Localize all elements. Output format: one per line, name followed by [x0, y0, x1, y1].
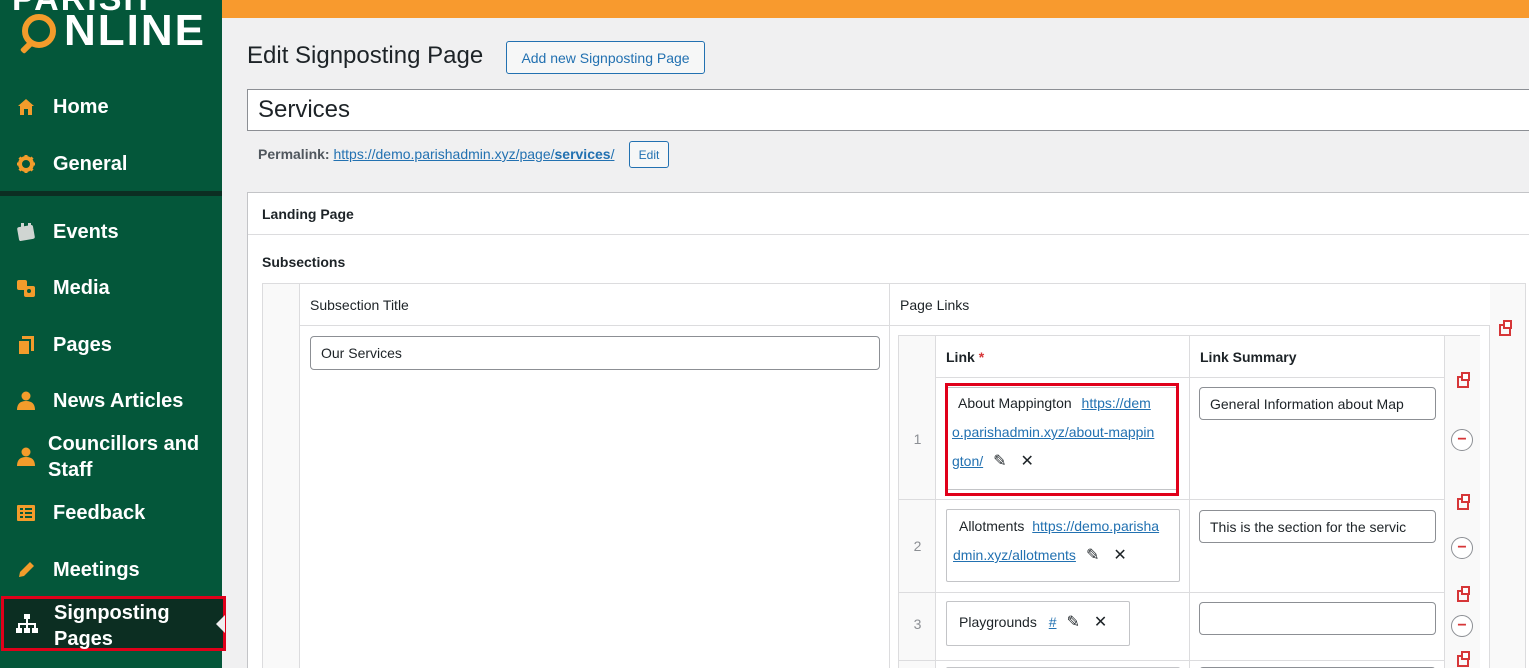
sidebar-item-label: Pages — [53, 334, 112, 356]
edit-permalink-button[interactable]: Edit — [629, 141, 669, 168]
remove-link-icon[interactable]: ✕ — [1113, 541, 1126, 570]
link-summary-input[interactable] — [1199, 602, 1436, 635]
calendar-icon — [14, 220, 38, 244]
sidebar-item-label: Meetings — [53, 559, 140, 581]
pencil-icon — [14, 558, 38, 582]
duplicate-row-icon-back — [1503, 320, 1512, 329]
subsection-actions-column — [1490, 283, 1526, 668]
permalink-slug: services — [554, 146, 611, 162]
landing-page-heading: Landing Page — [248, 193, 1529, 235]
link-url[interactable]: https://demo.parisha — [1032, 518, 1159, 534]
subsections-table-header: Subsection Title Page Links — [300, 284, 1490, 326]
link-url[interactable]: # — [1049, 614, 1057, 630]
minus-icon: − — [1457, 431, 1467, 448]
media-icon — [14, 276, 38, 300]
magnifier-handle — [19, 39, 35, 55]
row-handle-column[interactable] — [263, 284, 300, 668]
home-icon — [14, 95, 38, 119]
sidebar-item-home[interactable]: Home — [0, 94, 222, 120]
sidebar-item-news-articles[interactable]: News Articles — [0, 388, 222, 414]
parish-online-logo[interactable]: PARISH NLINE — [0, 0, 222, 62]
subsection-title-input[interactable]: Our Services — [310, 336, 880, 370]
remove-row-button[interactable]: − — [1451, 537, 1473, 559]
row-divider — [899, 592, 1444, 593]
sidebar-item-events[interactable]: Events — [0, 219, 222, 245]
sidebar-divider — [0, 191, 222, 196]
link-field[interactable]: Allotments https://demo.parisha dmin.xyz… — [946, 509, 1180, 582]
sidebar-item-media[interactable]: Media — [0, 275, 222, 301]
current-indicator-arrow — [216, 614, 225, 633]
highlight-annotation — [945, 383, 1179, 496]
permalink-label: Permalink: — [258, 146, 330, 162]
permalink-base: https://demo.parishadmin.xyz/page/ — [333, 146, 555, 162]
page-links-table-header: Link * Link Summary — [936, 336, 1444, 378]
pages-icon — [14, 333, 38, 357]
sidebar-item-feedback[interactable]: Feedback — [0, 500, 222, 526]
minus-icon: − — [1457, 617, 1467, 634]
gear-icon — [14, 152, 38, 176]
feedback-icon — [14, 501, 38, 525]
sidebar-item-label: Events — [53, 221, 119, 243]
edit-link-icon[interactable]: ✎ — [1067, 608, 1080, 637]
sidebar-item-label: Feedback — [53, 502, 146, 524]
logo-main-text: NLINE — [64, 6, 206, 55]
link-field[interactable]: Playgrounds # ✎ ✕ — [946, 601, 1130, 646]
page-links-table: Link * Link Summary 1 About Mappington ht… — [898, 335, 1480, 668]
sidebar-item-label: Councillors and Staff — [48, 433, 200, 481]
sidebar-item-label: News Articles — [53, 390, 184, 412]
top-bar — [222, 0, 1529, 18]
sidebar-item-label: Home — [53, 96, 109, 118]
duplicate-row-icon-back — [1461, 494, 1470, 503]
row-divider — [899, 499, 1444, 500]
row-number: 2 — [913, 538, 922, 554]
landing-page-box: Landing Page Subsections Subsection Titl… — [247, 192, 1529, 668]
sidebar-item-general[interactable]: General — [0, 151, 222, 177]
column-link-summary: Link Summary — [1200, 349, 1297, 365]
sidebar-item-label: Signposting Pages — [54, 602, 170, 650]
link-title: Allotments — [959, 518, 1025, 534]
sidebar-item-label: General — [53, 153, 128, 175]
column-subsection-title: Subsection Title — [310, 297, 409, 313]
row-number: 1 — [913, 431, 922, 447]
minus-icon: − — [1457, 539, 1467, 556]
remove-row-button[interactable]: − — [1451, 429, 1473, 451]
column-link: Link * — [946, 336, 984, 378]
remove-link-icon[interactable]: ✕ — [1094, 608, 1107, 637]
column-divider — [889, 284, 890, 668]
sidebar-item-pages[interactable]: Pages — [0, 332, 222, 358]
add-new-signposting-page-button[interactable]: Add new Signposting Page — [506, 41, 705, 74]
permalink-link[interactable]: https://demo.parishadmin.xyz/page/servic… — [333, 146, 614, 162]
column-page-links: Page Links — [900, 297, 970, 313]
permalink: Permalink: https://demo.parishadmin.xyz/… — [258, 146, 614, 162]
page-title-input[interactable]: Services — [247, 89, 1529, 131]
user-icon — [14, 389, 38, 413]
row-number: 3 — [913, 616, 922, 632]
link-summary-input[interactable]: This is the section for the servic — [1199, 510, 1436, 543]
sidebar-item-signposting-pages[interactable]: Signposting Pages — [1, 596, 226, 651]
sidebar-item-meetings[interactable]: Meetings — [0, 557, 222, 583]
sitemap-icon — [15, 612, 39, 636]
link-title: Playgrounds — [959, 614, 1037, 630]
link-summary-input[interactable]: General Information about Map — [1199, 387, 1436, 420]
remove-row-button[interactable]: − — [1451, 615, 1473, 637]
link-url[interactable]: dmin.xyz/allotments — [953, 547, 1076, 563]
edit-link-icon[interactable]: ✎ — [1086, 541, 1099, 570]
sidebar-item-councillors-and-staff[interactable]: Councillors and Staff — [0, 431, 222, 483]
subsections-label: Subsections — [262, 254, 346, 270]
sidebar: PARISH NLINE Home General Events Media P… — [0, 0, 226, 668]
user-icon — [14, 445, 38, 469]
row-divider — [899, 660, 1444, 661]
required-mark: * — [978, 349, 985, 365]
column-link-label: Link — [946, 349, 975, 365]
duplicate-row-icon-back — [1461, 651, 1470, 660]
column-divider — [1189, 336, 1190, 668]
page-title: Edit Signposting Page — [247, 42, 484, 69]
duplicate-row-icon-back — [1461, 586, 1470, 595]
permalink-end: / — [610, 146, 615, 162]
duplicate-row-icon-back — [1461, 372, 1470, 381]
sidebar-item-label: Media — [53, 277, 110, 299]
